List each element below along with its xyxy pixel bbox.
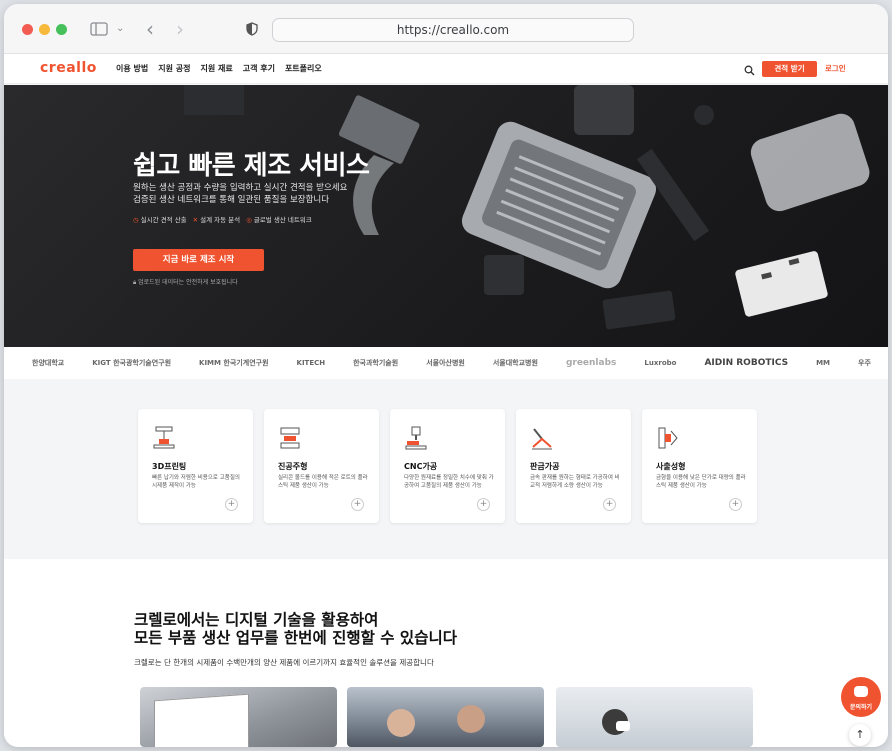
secure-note-text: 업로드된 데이터는 안전하게 보호됩니다 [138,279,238,286]
feature-design-analysis: ✕ 설계 자동 분석 [193,214,240,224]
expand-plus-icon[interactable]: + [603,498,616,511]
card-desc: 빠른 납기와 저렴한 비용으로 고품질의 시제품 제작이 가능 [152,475,240,489]
menu-item-reviews[interactable]: 고객 후기 [243,63,275,74]
hero-desc-line2: 검증된 생산 네트워크를 통해 일관된 품질을 보장합니다 [133,195,330,205]
3d-printer-icon [153,426,175,449]
card-title: 진공주형 [278,462,308,471]
forward-icon[interactable]: › [176,17,184,41]
partner-logo: 한국과학기술원 [353,359,399,367]
service-card-3d-printing[interactable]: 3D프린팅 빠른 납기와 저렴한 비용으로 고품질의 시제품 제작이 가능 + [138,409,253,523]
contact-chat-button[interactable]: 문의하기 [841,677,881,717]
address-bar[interactable]: https://creallo.com [272,18,634,42]
partner-logo: AIDIN ROBOTICS [704,358,789,368]
card-desc: 다양한 원재료를 정밀한 치수에 맞춰 가공하여 고품질의 제품 생산이 가능 [404,475,494,489]
intro-subtitle: 크렐로는 단 한개의 시제품이 수백만개의 양산 제품에 이르기까지 효율적인 … [134,658,434,667]
expand-plus-icon[interactable]: + [225,498,238,511]
injection-molding-icon [658,427,678,449]
person-head [387,709,415,737]
sheet-metal-icon [532,428,552,450]
feature-label: 실시간 견적 산출 [140,216,187,224]
partner-logo: KIMM 한국기계연구원 [199,359,269,367]
laptop-screen [154,693,249,747]
search-icon[interactable] [744,61,755,76]
card-title: 3D프린팅 [152,462,187,471]
partner-logo: KIGT 한국광학기술연구원 [92,359,172,367]
get-quote-button[interactable]: 견적 받기 [762,61,817,77]
chat-bubble-icon [854,686,868,697]
card-desc: 금속 판재를 원하는 형태로 가공하여 비교적 저렴하게 소량 생산이 가능 [530,475,620,489]
hero-title: 쉽고 빠른 제조 서비스 [133,151,370,181]
service-card-injection-molding[interactable]: 사출성형 금형을 이용해 낮은 단가로 대량의 플라스틱 제품 생산이 가능 + [642,409,757,523]
partner-logo: greenlabs [565,358,617,368]
browser-titlebar: ⌄ ‹ › https://creallo.com [4,4,888,54]
person-head [457,705,485,733]
hero-banner: 쉽고 빠른 제조 서비스 원하는 생산 공정과 수량을 입력하고 실시간 견적을… [4,85,888,347]
card-desc: 금형을 이용해 낮은 단가로 대량의 플라스틱 제품 생산이 가능 [656,475,746,489]
feature-realtime-quote: ◷ 실시간 견적 산출 [133,214,187,224]
hero-features: ◷ 실시간 견적 산출 ✕ 설계 자동 분석 ◎ 글로벌 생산 네트워크 [133,214,312,224]
card-title: CNC가공 [404,462,438,471]
service-card-cnc[interactable]: CNC가공 다양한 원재료를 정밀한 치수에 맞춰 가공하여 고품질의 제품 생… [390,409,505,523]
network-icon: ◎ [246,216,252,224]
partner-logos: 한양대학교 KIGT 한국광학기술연구원 KIMM 한국기계연구원 KITECH… [4,347,888,379]
main-menu: 이용 방법 지원 공정 지원 재료 고객 후기 포트폴리오 [116,63,322,74]
back-icon[interactable]: ‹ [146,17,154,41]
site-header: creallo 이용 방법 지원 공정 지원 재료 고객 후기 포트폴리오 견적… [4,54,888,84]
cleanroom-worker-photo [556,687,753,747]
platform-screenshot-photo [140,687,337,747]
arrow-up-icon: ↑ [855,728,865,741]
partner-logo: 서울아산병원 [426,359,465,367]
expand-plus-icon[interactable]: + [477,498,490,511]
creallo-logo[interactable]: creallo [40,60,97,76]
intro-title-line2: 모든 부품 생산 업무를 한번에 진행할 수 있습니다 [134,629,457,647]
intro-section: 크렐로에서는 디지털 기술을 활용하여 모든 부품 생산 업무를 한번에 진행할… [4,559,888,747]
shield-icon[interactable] [246,17,258,43]
clock-icon: ◷ [133,216,139,224]
partner-logo: 한양대학교 [32,359,65,367]
start-manufacturing-button[interactable]: 지금 바로 제조 시작 [133,249,264,271]
intro-title-line1: 크렐로에서는 디지털 기술을 활용하여 [134,611,379,629]
expand-plus-icon[interactable]: + [351,498,364,511]
analysis-icon: ✕ [192,216,199,224]
menu-item-processes[interactable]: 지원 공정 [158,63,190,74]
card-title: 사출성형 [656,462,686,471]
login-link[interactable]: 로그인 [825,63,846,74]
menu-item-portfolio[interactable]: 포트폴리오 [285,63,322,74]
partner-logo: KITECH [296,359,326,367]
hero-desc-line1: 원하는 생산 공정과 수량을 입력하고 실시간 견적을 받으세요 [133,183,348,193]
intro-title: 크렐로에서는 디지털 기술을 활용하여 모든 부품 생산 업무를 한번에 진행할… [134,611,457,647]
hero-description: 원하는 생산 공정과 수량을 입력하고 실시간 견적을 받으세요 검증된 생산 … [133,182,373,206]
feature-label: 글로벌 생산 네트워크 [253,216,312,224]
service-card-sheet-metal[interactable]: 판금가공 금속 판재를 원하는 형태로 가공하여 비교적 저렴하게 소량 생산이… [516,409,631,523]
partner-logo: 우주 [858,359,871,367]
face-mask [616,721,630,731]
partner-logo: MM [816,359,831,367]
chevron-down-icon[interactable]: ⌄ [116,17,124,41]
partner-logo: 서울대학교병원 [492,359,538,367]
scroll-to-top-button[interactable]: ↑ [849,724,871,746]
sidebar-toggle-icon[interactable] [90,17,108,43]
engineers-meeting-photo [347,687,544,747]
card-title: 판금가공 [530,462,560,471]
menu-item-how-to-use[interactable]: 이용 방법 [116,63,148,74]
card-desc: 실리콘 몰드를 이용해 적은 로트의 플라스틱 제품 생산이 가능 [278,475,368,489]
vacuum-casting-icon [280,427,300,449]
minimize-window-button[interactable] [39,24,50,35]
close-window-button[interactable] [22,24,33,35]
secure-note: 🔒︎ 업로드된 데이터는 안전하게 보호됩니다 [133,277,238,287]
feature-label: 설계 자동 분석 [200,216,241,224]
maximize-window-button[interactable] [56,24,67,35]
cnc-machine-icon [405,426,427,450]
feature-global-network: ◎ 글로벌 생산 네트워크 [246,214,312,224]
expand-plus-icon[interactable]: + [729,498,742,511]
partner-logo: Luxrobo [644,359,677,367]
service-cards: 3D프린팅 빠른 납기와 저렴한 비용으로 고품질의 시제품 제작이 가능 + … [138,409,757,523]
menu-item-materials[interactable]: 지원 재료 [200,63,232,74]
chat-label: 문의하기 [849,704,873,711]
service-card-vacuum-casting[interactable]: 진공주형 실리콘 몰드를 이용해 적은 로트의 플라스틱 제품 생산이 가능 + [264,409,379,523]
browser-window: ⌄ ‹ › https://creallo.com creallo 이용 방법 … [4,4,888,747]
